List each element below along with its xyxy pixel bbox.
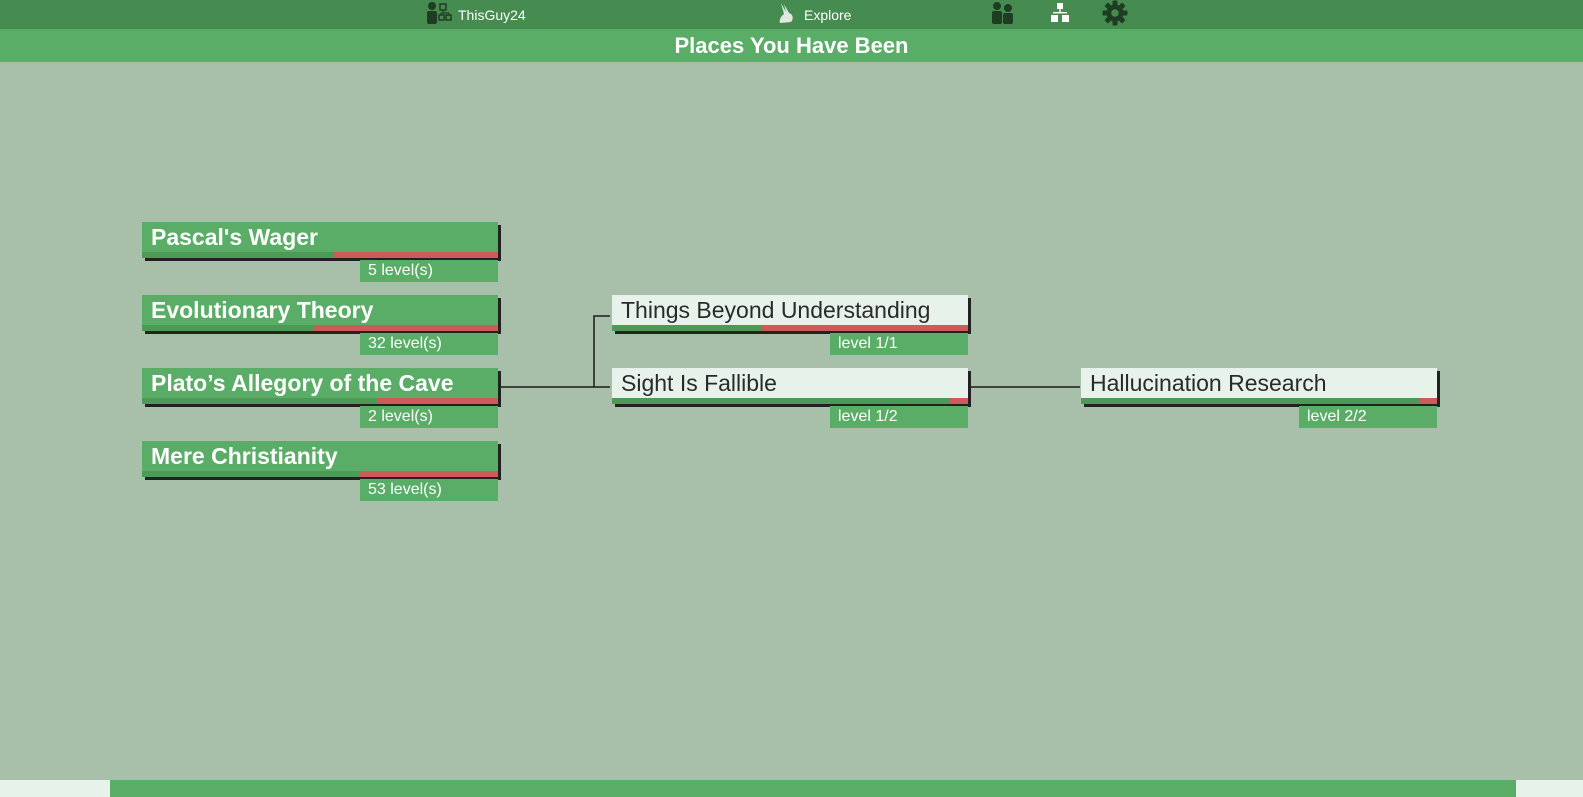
topic-node-evolutionary-theory[interactable]: Evolutionary Theory 32 level(s) bbox=[142, 295, 498, 355]
topic-title: Evolutionary Theory bbox=[151, 297, 374, 323]
topic-node-things-beyond-understanding[interactable]: Things Beyond Understanding level 1/1 bbox=[612, 295, 968, 355]
level-count: 53 level(s) bbox=[360, 479, 498, 501]
progress-bar bbox=[142, 252, 498, 258]
topic-title: Plato’s Allegory of the Cave bbox=[151, 370, 454, 396]
progress-bar bbox=[612, 398, 968, 404]
topic-card[interactable]: Pascal's Wager bbox=[142, 222, 498, 258]
topic-node-mere-christianity[interactable]: Mere Christianity 53 level(s) bbox=[142, 441, 498, 501]
topic-card[interactable]: Sight Is Fallible bbox=[612, 368, 968, 404]
progress-bar bbox=[612, 325, 968, 331]
level-count: 2 level(s) bbox=[360, 406, 498, 428]
topic-title: Mere Christianity bbox=[151, 443, 338, 469]
topic-card[interactable]: Evolutionary Theory bbox=[142, 295, 498, 331]
topic-node-sight-is-fallible[interactable]: Sight Is Fallible level 1/2 bbox=[612, 368, 968, 428]
connector-plato-to-children bbox=[498, 315, 610, 388]
progress-bar bbox=[142, 471, 498, 477]
progress-bar bbox=[142, 398, 498, 404]
topic-card[interactable]: Mere Christianity bbox=[142, 441, 498, 477]
overall-progress-fill bbox=[110, 780, 1516, 797]
topic-node-pascals-wager[interactable]: Pascal's Wager 5 level(s) bbox=[142, 222, 498, 282]
level-count: 32 level(s) bbox=[360, 333, 498, 355]
level-indicator: level 1/1 bbox=[830, 333, 968, 355]
progress-bar bbox=[142, 325, 498, 331]
topic-card[interactable]: Hallucination Research bbox=[1081, 368, 1437, 404]
topic-card[interactable]: Plato’s Allegory of the Cave bbox=[142, 368, 498, 404]
overall-progress-bar bbox=[0, 780, 1583, 797]
topic-title: Things Beyond Understanding bbox=[621, 297, 931, 323]
progress-bar bbox=[1081, 398, 1437, 404]
topic-title: Pascal's Wager bbox=[151, 224, 318, 250]
level-count: 5 level(s) bbox=[360, 260, 498, 282]
topic-node-hallucination-research[interactable]: Hallucination Research level 2/2 bbox=[1081, 368, 1437, 428]
level-indicator: level 1/2 bbox=[830, 406, 968, 428]
level-indicator: level 2/2 bbox=[1299, 406, 1437, 428]
topic-node-platos-allegory[interactable]: Plato’s Allegory of the Cave 2 level(s) bbox=[142, 368, 498, 428]
topic-card[interactable]: Things Beyond Understanding bbox=[612, 295, 968, 331]
topic-title: Hallucination Research bbox=[1090, 370, 1327, 396]
topic-title: Sight Is Fallible bbox=[621, 370, 777, 396]
